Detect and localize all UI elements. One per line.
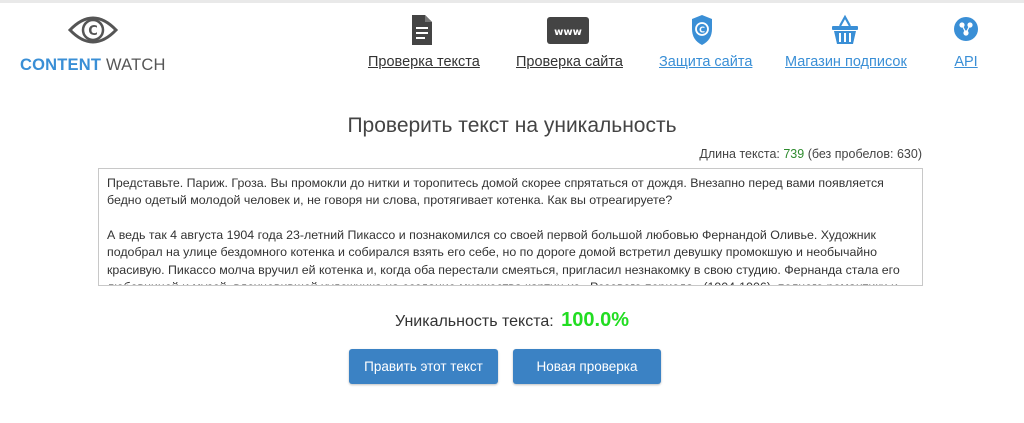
uniqueness-result: Уникальность текста: 100.0% (0, 309, 1024, 332)
content-watch-logo[interactable]: C CONTENT WATCH (20, 10, 170, 74)
nav-api[interactable]: API (950, 12, 982, 70)
text-length-no-spaces: (без пробелов: 630) (807, 147, 922, 161)
svg-text:C: C (699, 26, 705, 35)
nav-label-check-site: Проверка сайта (516, 54, 623, 70)
text-length-label: Длина текста: (699, 147, 780, 161)
edit-text-button[interactable]: Править этот текст (349, 349, 498, 384)
nav-label-subscription-store: Магазин подписок (785, 54, 907, 70)
top-border (0, 0, 1024, 3)
svg-text:C: C (88, 24, 98, 39)
shield-icon: C (692, 15, 712, 45)
nav-label-site-protection: Защита сайта (659, 54, 753, 70)
basket-icon (832, 14, 858, 44)
text-length-value: 739 (783, 147, 805, 161)
svg-text:www: www (554, 27, 582, 38)
api-icon (954, 17, 978, 41)
page-title: Проверить текст на уникальность (347, 114, 677, 137)
eye-logo-icon: C (68, 16, 118, 44)
document-icon (412, 15, 432, 45)
text-length-info: Длина текста: 739 (без пробелов: 630) (699, 147, 922, 161)
text-paragraph: Представьте. Париж. Гроза. Вы промокли д… (107, 176, 884, 208)
nav-label-api: API (954, 54, 978, 70)
logo-text: CONTENT WATCH (20, 56, 166, 74)
nav-site-protection[interactable]: C Защита сайта (659, 12, 753, 70)
text-paragraph: А ведь так 4 августа 1904 года 23-летний… (107, 227, 900, 285)
checked-text-box[interactable]: Представьте. Париж. Гроза. Вы промокли д… (98, 168, 923, 286)
uniqueness-label: Уникальность текста: (395, 313, 554, 330)
nav-check-text[interactable]: Проверка текста (368, 12, 480, 70)
www-icon: www (546, 17, 589, 44)
nav-subscription-store[interactable]: Магазин подписок (785, 12, 907, 70)
nav-check-site[interactable]: www Проверка сайта (516, 12, 623, 70)
new-check-button[interactable]: Новая проверка (513, 349, 661, 384)
uniqueness-value: 100.0% (561, 309, 629, 331)
nav-label-check-text: Проверка текста (368, 54, 480, 70)
